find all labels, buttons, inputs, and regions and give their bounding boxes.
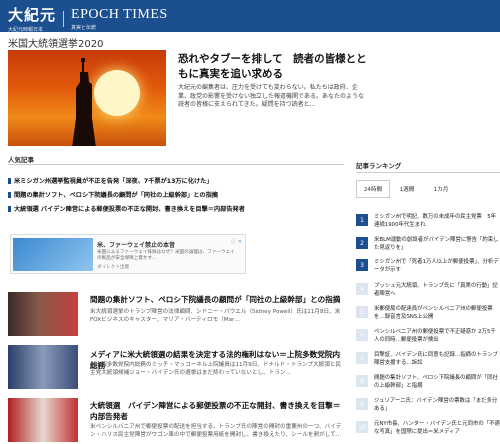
rank-text[interactable]: ジュリアーニ氏：バイデン陣営の票数は「まだ多分ある」 [374,398,500,413]
hero-image[interactable] [8,50,166,146]
logo-chinese-sub: 大紀元時報日本 [8,27,44,33]
logo-english: EPOCH TIMES [71,6,168,22]
rank-number: 9 [356,398,368,410]
logo-divider [63,10,65,27]
site-header: 大紀元 大紀元時報日本 EPOCH TIMES 真実と伝統 [0,0,500,33]
ranking-item[interactable]: 10 元NY市長、ハンター・バイデン氏と元同市の「不適な写真」を国際に提出＝米メデ… [356,421,500,441]
ranking-item[interactable]: 9 ジュリアーニ氏：バイデン陣営の票数は「まだ多分ある」 [356,398,500,418]
article-item[interactable]: メディアに米大統領選の結果を決定する法的権利はない＝上院多数党院内総務 米上院多… [8,345,344,391]
popular-heading: 人気記事 [8,156,34,164]
article-title[interactable]: 間題の集計ソフト、ペロシ下院議長の顧問が「同社の上級幹部」との指摘 [90,294,346,305]
ranking-item[interactable]: 3 ミシガン州で「死者1万人以上が郵便投票」、分析データが示す [356,259,500,279]
tab-1month[interactable]: 1カ月 [424,180,458,198]
article-item[interactable]: 間題の集計ソフト、ペロシ下院議長の顧問が「同社の上級幹部」との指摘 米大統領選挙… [8,292,344,338]
article-description: 米大統領選挙のトランプ陣営の法律顧問、シドニー・パウエル（Sidney Powe… [90,309,341,323]
bullet-marker-icon [8,206,11,212]
article-item[interactable]: 大統領選 バイデン陣営による郵便投票の不正な開封、書き換えを目撃＝内部告発者 米… [8,398,344,444]
divider [356,172,500,173]
divider [8,164,344,165]
article-description: 米ペンシルバニア州で郵便投票の配送を担当する、トランプ氏の陣営の開封の重要州の一… [90,424,342,438]
rank-text[interactable]: 目撃証、バイデン氏に同意も記録…指摘のトランプ陣営支援する…訴訟 [374,352,500,367]
ranking-item[interactable]: 2 米BLM運動の創設者がバイデン陣営に警告「約束した見返りを」 [356,237,500,257]
bullet-marker-icon [8,178,11,184]
article-thumbnail [8,398,78,442]
article-description: 米上院多数党院内総務のミッチ・マッコーネル上院議員は11月9日、ドナルド・トラン… [90,362,342,376]
ad-title: 米、ファーウェイ禁止の本音 [97,242,176,249]
headline-link[interactable]: 米ミシガン州選挙監視員が不正を告発「深夜、7千票が13万に化けた」 [8,176,213,185]
rank-number: 10 [356,421,368,433]
logo-chinese: 大紀元 [8,6,57,24]
rank-number: 4 [356,283,368,295]
tab-24h[interactable]: 24時間 [356,180,390,198]
tab-1week[interactable]: 1週間 [390,180,424,198]
rank-text[interactable]: ペンシルベニア州の郵便投票で不正疑惑か 2万5千人の同時…郵便投票が検出 [374,329,500,344]
rank-number: 3 [356,259,368,271]
rank-number: 1 [356,214,368,226]
statue-of-liberty-icon [72,58,96,146]
logo-english-sub: 真実と伝統 [71,24,97,31]
rank-text[interactable]: 米郵便局の配達員がペンシルベニア州の郵便投票を…録音言及SNS上公開 [374,306,500,321]
ranking-item[interactable]: 7 目撃証、バイデン氏に同意も記録…指摘のトランプ陣営支援する…訴訟 [356,352,500,372]
ad-source: ダイレクト出版 [97,265,130,270]
ranking-item[interactable]: 1 ミシガン州で明記、数万の未成年の民主党票 5年連続1900年代生まれ [356,214,500,234]
rank-number: 6 [356,329,368,341]
ranking-item[interactable]: 6 ペンシルベニア州の郵便投票で不正疑惑か 2万5千人の同時…郵便投票が検出 [356,329,500,349]
rank-number: 5 [356,306,368,318]
rank-text[interactable]: 元NY市長、ハンター・バイデン氏と元同市の「不適な写真」を国際に提出＝米メディア [374,421,500,436]
headline-link[interactable]: 大統領選 バイデン陣営による郵便投票の不正な開封、書き換えを目撃＝内部告発者 [8,204,245,213]
advertisement[interactable]: 米、ファーウェイ禁止の本音 米国によるファーウェイ排除はなぜ？米国の論理は、ファ… [10,234,246,274]
rank-text[interactable]: 米BLM運動の創設者がバイデン陣営に警告「約束した見返りを」 [374,237,500,252]
site-logo[interactable]: 大紀元 大紀元時報日本 EPOCH TIMES 真実と伝統 [8,4,168,33]
ranking-item[interactable]: 4 プッシュ元大統領、トランプ氏に「真実の行動」記者陣営へ [356,283,500,303]
hero-body: 大紀元の編集者は、圧力を受けても変わらない。私たちは政府、企業、政党の影響を受け… [178,84,364,108]
ad-image [13,238,93,271]
ad-description: 米国によるファーウェイ排除はなぜ？米国の論理は、ファーウェイの製品が安全保障上脅… [97,250,235,261]
rank-text[interactable]: 間題の集計ソフト、ペロシ下院議長の顧問が「同社の上級幹部」と指摘 [374,375,500,390]
ranking-item[interactable]: 5 米郵便局の配達員がペンシルベニア州の郵便投票を…録音言及SNS上公開 [356,306,500,326]
ad-choices-icon[interactable]: ⓘ ✕ [231,238,242,245]
section-title: 米国大統領選挙2020 [8,39,104,50]
ranking-item[interactable]: 8 間題の集計ソフト、ペロシ下院議長の顧問が「同社の上級幹部」と指摘 [356,375,500,395]
article-thumbnail [8,345,78,389]
rank-text[interactable]: プッシュ元大統領、トランプ氏に「真実の行動」記者陣営へ [374,283,500,298]
ranking-heading: 記事ランキング [356,162,402,170]
rank-number: 8 [356,375,368,387]
rank-number: 2 [356,237,368,249]
ranking-tabs: 24時間 1週間 1カ月 [356,180,458,198]
article-thumbnail [8,292,78,336]
rank-number: 7 [356,352,368,364]
rank-text[interactable]: ミシガン州で「死者1万人以上が郵便投票」、分析データが示す [374,259,500,274]
rank-text[interactable]: ミシガン州で明記、数万の未成年の民主党票 5年連続1900年代生まれ [374,214,500,229]
article-title[interactable]: 大統領選 バイデン陣営による郵便投票の不正な開封、書き換えを目撃＝内部告発者 [90,400,346,422]
bullet-marker-icon [8,192,11,198]
hero-title[interactable]: 恐れやタブーを排して 読者の皆様とともに真実を追い求める [178,52,368,82]
headline-link[interactable]: 間題の集計ソフト、ペロシ下院議長の顧問が「同社の上級幹部」との指摘 [8,190,218,199]
